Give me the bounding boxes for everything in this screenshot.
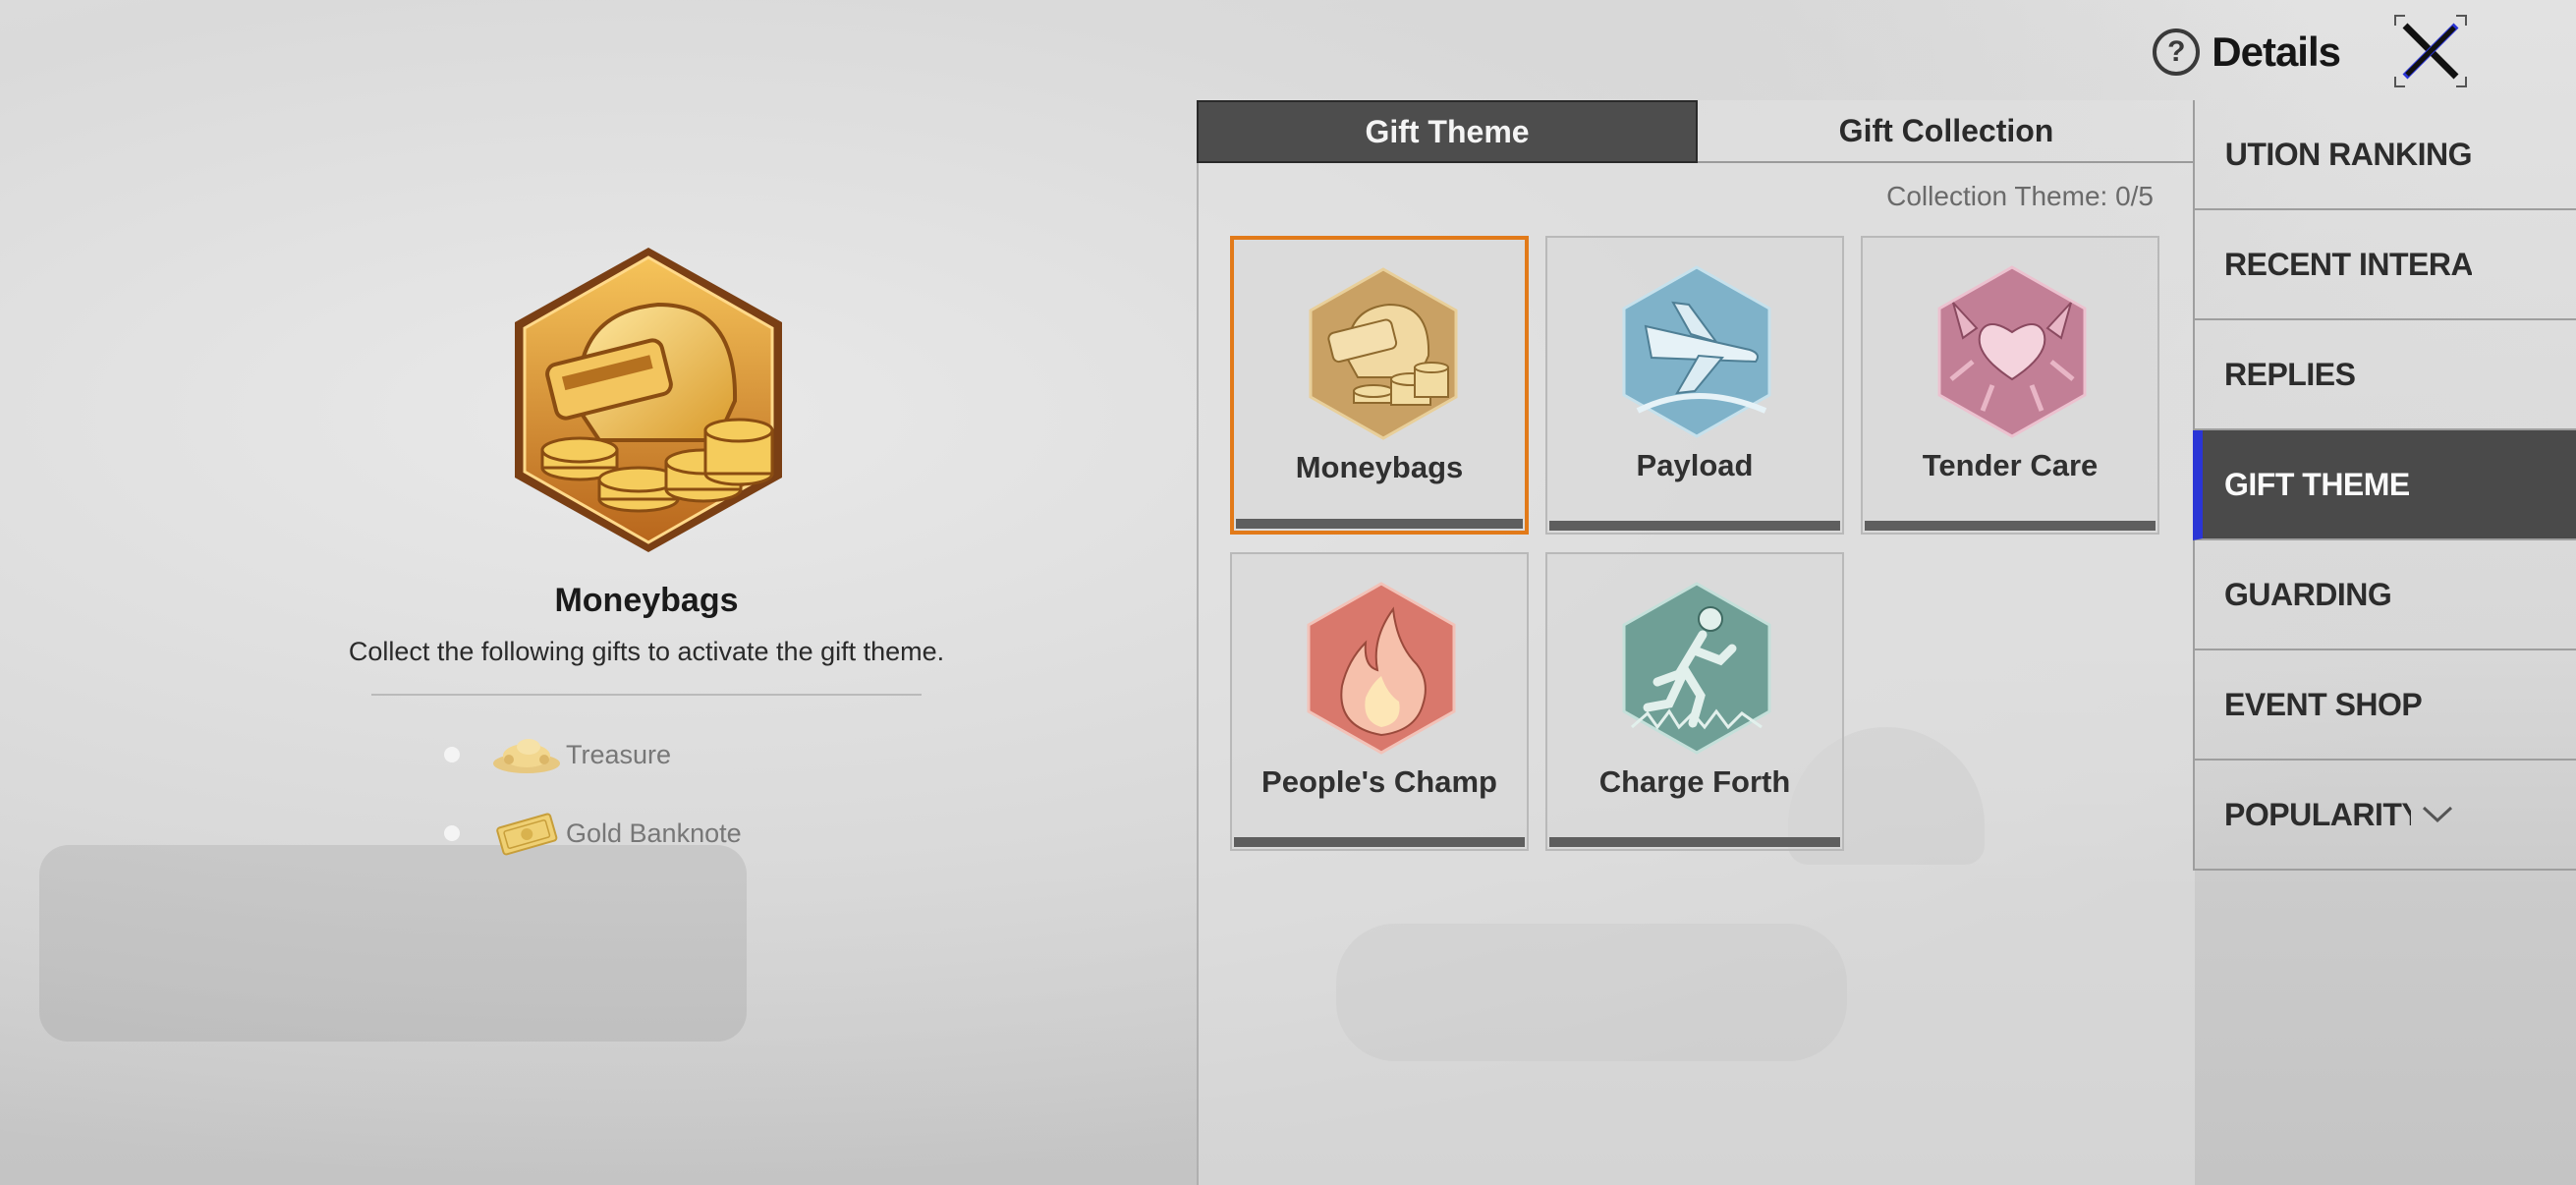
gift-label: Treasure	[566, 739, 672, 769]
gift-label: Gold Banknote	[566, 818, 742, 848]
background-crate	[39, 845, 747, 1042]
close-x-icon	[2394, 15, 2467, 87]
heart-wings-icon	[1937, 265, 2087, 438]
theme-name: People's Champ	[1261, 764, 1497, 799]
close-button[interactable]	[2391, 12, 2470, 90]
required-gift-item[interactable]: Gold Banknote	[444, 804, 742, 863]
sidebar-item-gift-theme[interactable]: GIFT THEME	[2193, 430, 2576, 540]
sidebar-item-guarding[interactable]: GUARDING	[2193, 540, 2576, 650]
divider	[371, 694, 922, 696]
sidebar-item-popularity-battle[interactable]: POPULARITY BATTLE	[2193, 761, 2576, 871]
theme-card-moneybags[interactable]: Moneybags	[1230, 236, 1529, 535]
sidebar-item-label: GIFT THEME	[2224, 466, 2410, 502]
progress-bar	[1549, 837, 1840, 847]
progress-bar	[1236, 519, 1523, 529]
theme-card-peoples-champ[interactable]: People's Champ	[1230, 552, 1529, 851]
theme-name: Moneybags	[1295, 450, 1464, 484]
sidebar-item-label: RECENT INTERACTIONS	[2224, 246, 2472, 282]
collection-progress: Collection Theme: 0/5	[1886, 181, 2154, 211]
status-dot	[444, 747, 460, 762]
theme-name: Tender Care	[1922, 448, 2099, 482]
moneybags-icon	[1309, 267, 1458, 440]
tab-gift-theme[interactable]: Gift Theme	[1197, 100, 1698, 163]
question-circle-icon[interactable]: ?	[2153, 28, 2201, 76]
header: ? Details	[2153, 18, 2341, 86]
theme-card-payload[interactable]: Payload	[1545, 236, 1844, 535]
sidebar-item-event-shop[interactable]: EVENT SHOP	[2193, 650, 2576, 761]
selected-theme-name: Moneybags	[554, 582, 739, 619]
sidebar-item-contribution-ranking[interactable]: CONTRIBUTION RANKING	[2193, 100, 2576, 210]
tab-gift-collection[interactable]: Gift Collection	[1698, 100, 2195, 163]
runner-icon	[1622, 582, 1771, 755]
sidebar-item-label: POPULARITY BATTLE	[2224, 796, 2411, 832]
sidebar-item-label: EVENT SHOP	[2224, 686, 2423, 722]
theme-description: Collect the following gifts to activate …	[348, 637, 945, 666]
sidebar-item-label: REPLIES	[2224, 356, 2356, 392]
gold-banknote-icon	[496, 813, 558, 856]
flame-icon	[1307, 582, 1456, 755]
theme-name: Charge Forth	[1598, 764, 1791, 799]
sidebar-item-recent-interactions[interactable]: RECENT INTERACTIONS	[2193, 210, 2576, 320]
progress-bar	[1234, 837, 1525, 847]
theme-card-charge-forth[interactable]: Charge Forth	[1545, 552, 1844, 851]
sidebar-item-label: GUARDING	[2224, 576, 2392, 612]
airplane-icon	[1622, 265, 1771, 438]
theme-name: Payload	[1636, 448, 1754, 482]
sidebar-item-replies[interactable]: REPLIES	[2193, 320, 2576, 430]
page-title: Details	[2212, 28, 2341, 75]
tab-bar: Gift Theme Gift Collection	[1197, 100, 2195, 163]
sidebar: CONTRIBUTION RANKING RECENT INTERACTIONS…	[2193, 100, 2576, 871]
moneybags-helmet-coins-icon	[515, 248, 782, 552]
progress-bar	[1549, 521, 1840, 531]
status-dot	[444, 825, 460, 841]
progress-bar	[1865, 521, 2156, 531]
sidebar-item-label: CONTRIBUTION RANKING	[2224, 136, 2472, 172]
treasure-pile-icon	[493, 739, 560, 773]
required-gift-item[interactable]: Treasure	[444, 725, 671, 784]
chevron-down-icon[interactable]	[2421, 805, 2454, 824]
theme-card-tender-care[interactable]: Tender Care	[1861, 236, 2159, 535]
